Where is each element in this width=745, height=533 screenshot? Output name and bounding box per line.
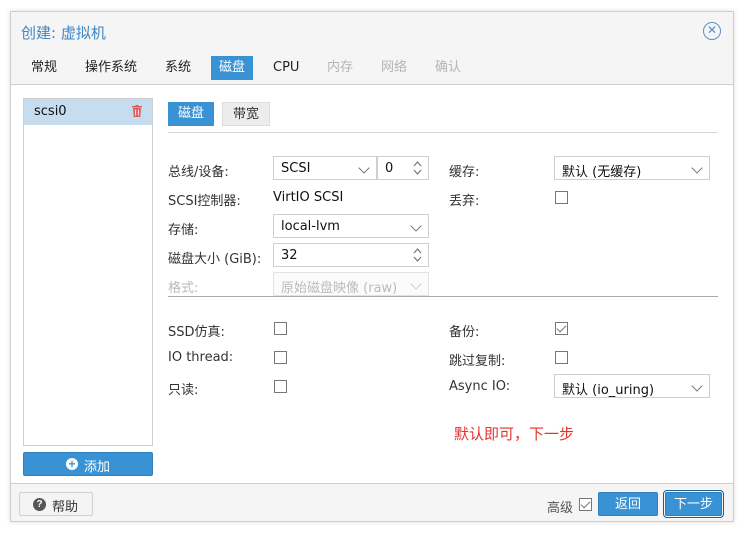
io-thread-label: IO thread: — [168, 350, 234, 365]
backup-checkbox[interactable] — [555, 322, 568, 335]
device-number-stepper[interactable]: 0 — [377, 156, 429, 180]
disk-size-label: 磁盘大小 (GiB): — [168, 252, 262, 267]
device-number-value: 0 — [385, 161, 394, 176]
scsi-controller-value: VirtIO SCSI — [273, 190, 344, 205]
format-value: 原始磁盘映像 (raw) — [281, 281, 398, 296]
bus-value: SCSI — [281, 161, 311, 176]
async-io-label: Async IO: — [449, 379, 511, 394]
checkmark-icon — [556, 322, 567, 333]
tab-network: 网络 — [381, 60, 408, 75]
format-select: 原始磁盘映像 (raw) — [273, 272, 429, 296]
tab-cpu[interactable]: CPU — [265, 56, 307, 80]
bus-label: 总线/设备: — [168, 165, 229, 180]
subtab-divider — [168, 132, 718, 133]
skip-replication-label: 跳过复制: — [449, 354, 506, 369]
readonly-label: 只读: — [168, 383, 199, 398]
advanced-checkbox[interactable] — [579, 498, 592, 511]
close-icon[interactable]: ✕ — [703, 22, 721, 40]
tab-memory: 内存 — [327, 60, 354, 75]
cache-value: 默认 (无缓存) — [562, 165, 642, 180]
storage-value: local-lvm — [281, 219, 340, 234]
back-button[interactable]: 返回 — [598, 492, 658, 516]
help-button[interactable]: ? 帮助 — [19, 492, 93, 516]
chevron-down-icon — [691, 380, 703, 392]
async-io-select[interactable]: 默认 (io_uring) — [554, 374, 710, 398]
chevron-down-icon — [691, 162, 703, 174]
spinner-arrows-icon[interactable] — [413, 160, 422, 176]
plus-icon: + — [66, 458, 78, 470]
ssd-emulation-label: SSD仿真: — [168, 325, 225, 340]
checkmark-icon — [580, 498, 591, 509]
annotation-note: 默认即可，下一步 — [454, 425, 575, 443]
cache-select[interactable]: 默认 (无缓存) — [554, 156, 710, 180]
io-thread-checkbox[interactable] — [274, 351, 287, 364]
disk-list-item[interactable]: scsi0 — [24, 99, 152, 125]
scsi-controller-label: SCSI控制器: — [168, 194, 241, 209]
chevron-down-icon — [358, 162, 370, 174]
title-bar: 创建: 虚拟机 ✕ — [11, 12, 733, 52]
async-io-value: 默认 (io_uring) — [562, 383, 655, 398]
cache-label: 缓存: — [449, 165, 480, 180]
tab-general[interactable]: 常规 — [23, 56, 65, 80]
disk-size-value: 32 — [281, 248, 298, 263]
question-icon: ? — [33, 498, 46, 511]
add-disk-label: 添加 — [84, 459, 111, 474]
discard-checkbox[interactable] — [555, 191, 568, 204]
bus-select[interactable]: SCSI — [273, 156, 377, 180]
advanced-separator — [168, 296, 718, 297]
help-label: 帮助 — [52, 499, 79, 514]
advanced-label: 高级 — [547, 501, 574, 516]
trash-icon[interactable] — [132, 105, 142, 117]
next-button[interactable]: 下一步 — [663, 490, 724, 518]
dialog-title: 创建: 虚拟机 — [21, 24, 106, 42]
ssd-emulation-checkbox[interactable] — [274, 322, 287, 335]
format-label: 格式: — [168, 281, 199, 296]
disk-item-label: scsi0 — [34, 104, 67, 119]
chevron-down-icon — [410, 220, 422, 232]
disk-list: scsi0 — [23, 98, 153, 446]
tab-disk[interactable]: 磁盘 — [211, 56, 254, 80]
storage-label: 存储: — [168, 223, 199, 238]
create-vm-dialog: 创建: 虚拟机 ✕ 常规 操作系统 系统 磁盘 CPU 内存 网络 确认 scs… — [10, 11, 734, 522]
disk-size-stepper[interactable]: 32 — [273, 243, 429, 267]
readonly-checkbox[interactable] — [274, 380, 287, 393]
tab-system[interactable]: 系统 — [157, 56, 199, 80]
skip-replication-checkbox[interactable] — [555, 351, 568, 364]
subtab-disk[interactable]: 磁盘 — [168, 102, 215, 126]
tab-confirm: 确认 — [435, 60, 462, 75]
storage-select[interactable]: local-lvm — [273, 214, 429, 238]
backup-label: 备份: — [449, 325, 480, 340]
chevron-down-icon — [410, 278, 422, 290]
discard-label: 丢弃: — [449, 194, 480, 209]
subtab-bandwidth[interactable]: 带宽 — [222, 102, 271, 126]
add-disk-button[interactable]: + 添加 — [23, 452, 153, 476]
tab-os[interactable]: 操作系统 — [77, 56, 145, 80]
disk-tab-panel: scsi0 + 添加 磁盘 带宽 总线/设备: SCSI 0 SCSI控制器: … — [11, 84, 733, 484]
spinner-arrows-icon[interactable] — [413, 247, 422, 263]
